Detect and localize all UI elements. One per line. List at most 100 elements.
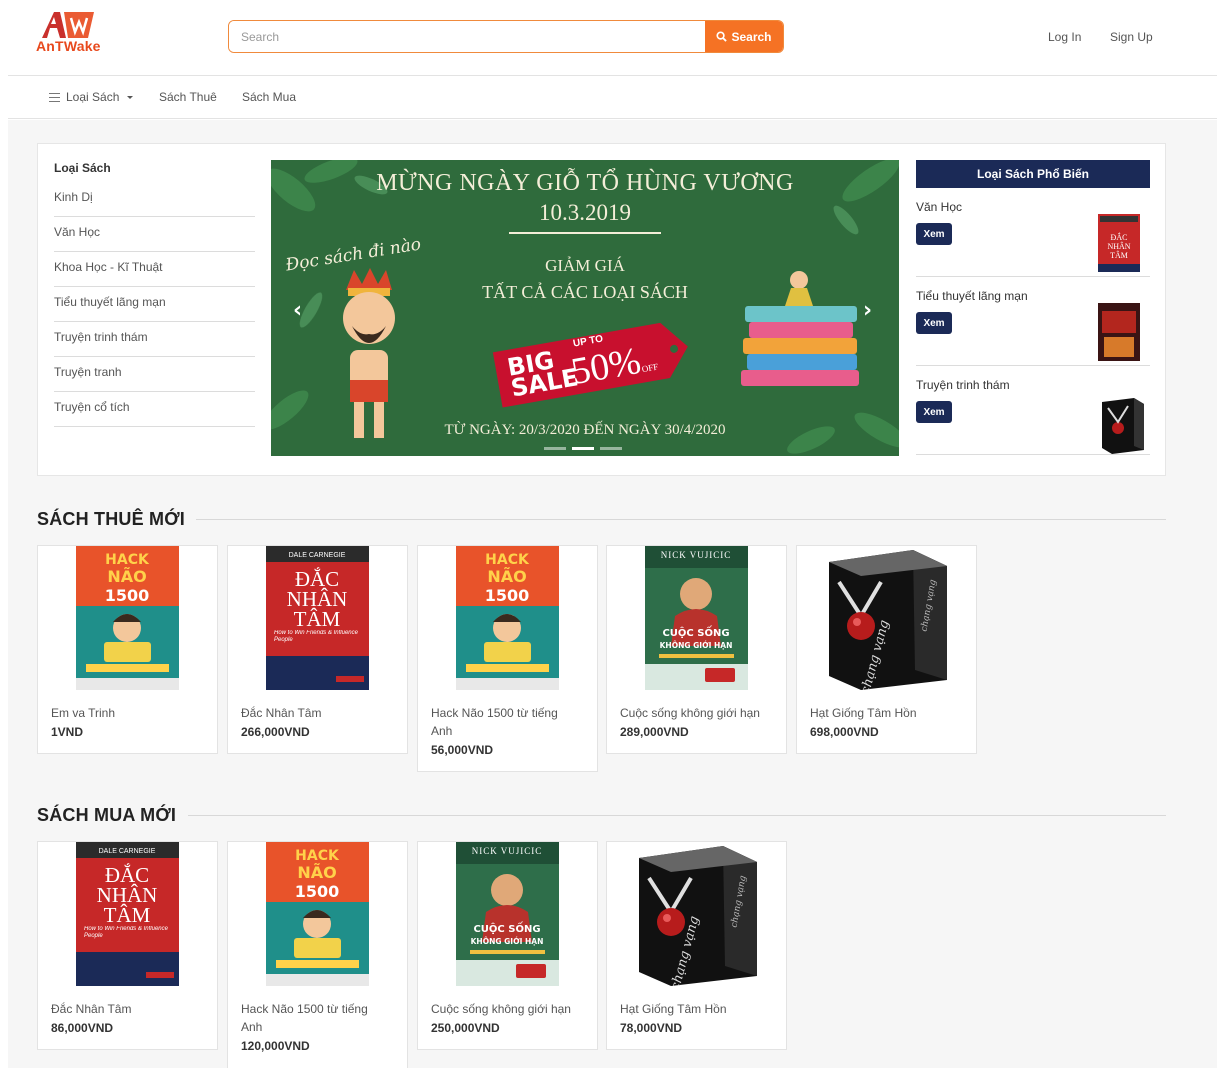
svg-text:HACK: HACK [105,552,150,568]
book-card[interactable]: HACK NÃO 1500 Hack Não 1500 từ tiếng Anh… [417,545,598,772]
book-title[interactable]: Đắc Nhân Tâm [51,1000,201,1018]
logo-text: AnTWake [36,38,101,54]
svg-text:HACK: HACK [485,552,530,568]
book-card[interactable]: HACK NÃO 1500 Em va Trinh 1VND [37,545,218,754]
book-price: 56,000VND [431,743,494,757]
book-price: 78,000VND [620,1021,683,1035]
banner-divider [509,232,661,234]
svg-text:NHÂN: NHÂN [1107,241,1130,251]
login-link[interactable]: Log In [1048,30,1081,44]
banner-heading: MỪNG NGÀY GIỖ TỔ HÙNG VƯƠNG [376,170,794,196]
book-title[interactable]: Cuộc sống không giới hạn [620,704,770,722]
section-divider [188,815,1166,816]
carousel-next-icon[interactable]: › [863,298,872,323]
header: AnTWake Search Log In Sign Up [8,0,1217,76]
svg-text:HACK: HACK [295,848,340,864]
sidebar-item[interactable]: Truyện cổ tích [54,392,255,427]
caret-down-icon [127,95,134,99]
book-cover: chạng vạng chạng vạng [631,842,761,992]
book-cover: HACK NÃO 1500 [456,546,559,690]
book-price: 1VND [51,725,84,739]
nav-categories-label: Loại Sách [66,90,120,104]
carousel-dot-active[interactable] [572,447,594,450]
sidebar-item[interactable]: Văn Học [54,217,255,252]
book-price: 250,000VND [431,1021,500,1035]
banner-date: 10.3.2019 [539,200,631,225]
carousel-indicators [544,447,622,450]
popular-categories: Loại Sách Phổ Biến Văn Học Xem ĐẮC NHÂN … [916,160,1150,455]
search-bar: Search [228,20,784,53]
book-thumbnail: ĐẮC NHÂN TÂM [1098,214,1140,272]
navbar: Loại Sách Sách Thuê Sách Mua [8,77,1217,119]
svg-text:DALE CARNEGIE: DALE CARNEGIE [99,848,156,855]
view-button[interactable]: Xem [916,312,952,334]
sidebar-item[interactable]: Truyện trinh thám [54,322,255,357]
book-cover: HACK NÃO 1500 [266,842,369,986]
book-card[interactable]: DALE CARNEGIE ĐẮC NHÂN TÂM How to Win Fr… [227,545,408,754]
book-title[interactable]: Hack Não 1500 từ tiếng Anh [241,1000,391,1036]
book-price: 120,000VND [241,1039,310,1053]
book-title[interactable]: Cuộc sống không giới hạn [431,1000,581,1018]
book-title[interactable]: Hack Não 1500 từ tiếng Anh [431,704,581,740]
search-button[interactable]: Search [705,21,783,52]
book-cover: NICK VUJICIC CUỘC SỐNG KHÔNG GIỚI HẠN [456,842,559,986]
view-button[interactable]: Xem [916,401,952,423]
book-cover: chạng vạng chạng vạng [821,546,951,696]
svg-text:KHÔNG GIỚI HẠN: KHÔNG GIỚI HẠN [660,641,733,650]
book-title[interactable]: Hạt Giống Tâm Hồn [810,704,960,722]
nav-buy[interactable]: Sách Mua [242,90,296,104]
sidebar-item[interactable]: Truyện tranh [54,357,255,392]
promo-banner[interactable]: MỪNG NGÀY GIỖ TỔ HÙNG VƯƠNG 10.3.2019 GI… [271,160,899,456]
sale-tag-off: OFF [640,361,659,375]
book-card[interactable]: DALE CARNEGIE ĐẮC NHÂN TÂM How to Win Fr… [37,841,218,1050]
popular-item: Truyện trinh thám Xem [916,366,1150,455]
svg-text:NÃO: NÃO [107,567,146,586]
popular-item-name: Truyện trinh thám [916,378,1010,392]
book-cover: NICK VUJICIC CUỘC SỐNG KHÔNG GIỚI HẠN [645,546,748,690]
section-title-rent: SÁCH THUÊ MỚI [37,509,185,529]
popular-item: Tiểu thuyết lãng mạn Xem [916,277,1150,366]
banner-discount-scope: TẤT CẢ CÁC LOẠI SÁCH [482,282,688,302]
book-title[interactable]: Em va Trinh [51,704,201,722]
book-price: 266,000VND [241,725,310,739]
svg-text:1500: 1500 [295,882,340,901]
view-button[interactable]: Xem [916,223,952,245]
nav-rent[interactable]: Sách Thuê [159,90,217,104]
signup-link[interactable]: Sign Up [1110,30,1153,44]
book-card[interactable]: NICK VUJICIC CUỘC SỐNG KHÔNG GIỚI HẠN Cu… [606,545,787,754]
section-divider [196,519,1166,520]
svg-text:DALE CARNEGIE: DALE CARNEGIE [289,552,346,559]
sidebar-item[interactable]: Khoa Học - Kĩ Thuật [54,252,255,287]
sidebar-item[interactable]: Kinh Dị [54,182,255,217]
page: AnTWake Search Log In Sign Up Loại Sách … [0,0,1217,1068]
carousel-prev-icon[interactable]: ‹ [293,298,302,323]
popular-categories-title: Loại Sách Phổ Biến [916,160,1150,188]
carousel-dot[interactable] [600,447,622,450]
book-title[interactable]: Hạt Giống Tâm Hồn [620,1000,770,1018]
sidebar-item[interactable]: Tiểu thuyết lãng mạn [54,287,255,322]
svg-text:TÂM: TÂM [104,903,151,927]
book-price: 86,000VND [51,1021,114,1035]
svg-text:NICK VUJICIC: NICK VUJICIC [472,846,543,856]
book-cover: DALE CARNEGIE ĐẮC NHÂN TÂM How to Win Fr… [266,546,369,690]
svg-text:1500: 1500 [485,586,530,605]
menu-icon [49,92,60,102]
logo[interactable]: AnTWake [36,8,116,56]
popular-item-name: Tiểu thuyết lãng mạn [916,289,1028,303]
search-input[interactable] [229,21,705,52]
book-title[interactable]: Đắc Nhân Tâm [241,704,391,722]
svg-text:ĐẮC: ĐẮC [1111,232,1128,242]
popular-item: Văn Học Xem ĐẮC NHÂN TÂM [916,188,1150,277]
hero-panel: Loại Sách Kinh Dị Văn Học Khoa Học - Kĩ … [37,143,1166,476]
book-card[interactable]: NICK VUJICIC CUỘC SỐNG KHÔNG GIỚI HẠN Cu… [417,841,598,1050]
book-card[interactable]: chạng vạng chạng vạng Hạt Giống Tâm Hồn … [796,545,977,754]
nav-categories-dropdown[interactable]: Loại Sách [49,90,134,104]
book-cover: HACK NÃO 1500 [76,546,179,690]
svg-text:TÂM: TÂM [1110,250,1128,260]
logo-icon [42,12,94,38]
svg-text:1500: 1500 [105,586,150,605]
carousel-dot[interactable] [544,447,566,450]
book-card[interactable]: chạng vạng chạng vạng Hạt Giống Tâm Hồn … [606,841,787,1050]
book-thumbnail [1102,398,1144,454]
book-card[interactable]: HACK NÃO 1500 Hack Não 1500 từ tiếng Anh… [227,841,408,1068]
